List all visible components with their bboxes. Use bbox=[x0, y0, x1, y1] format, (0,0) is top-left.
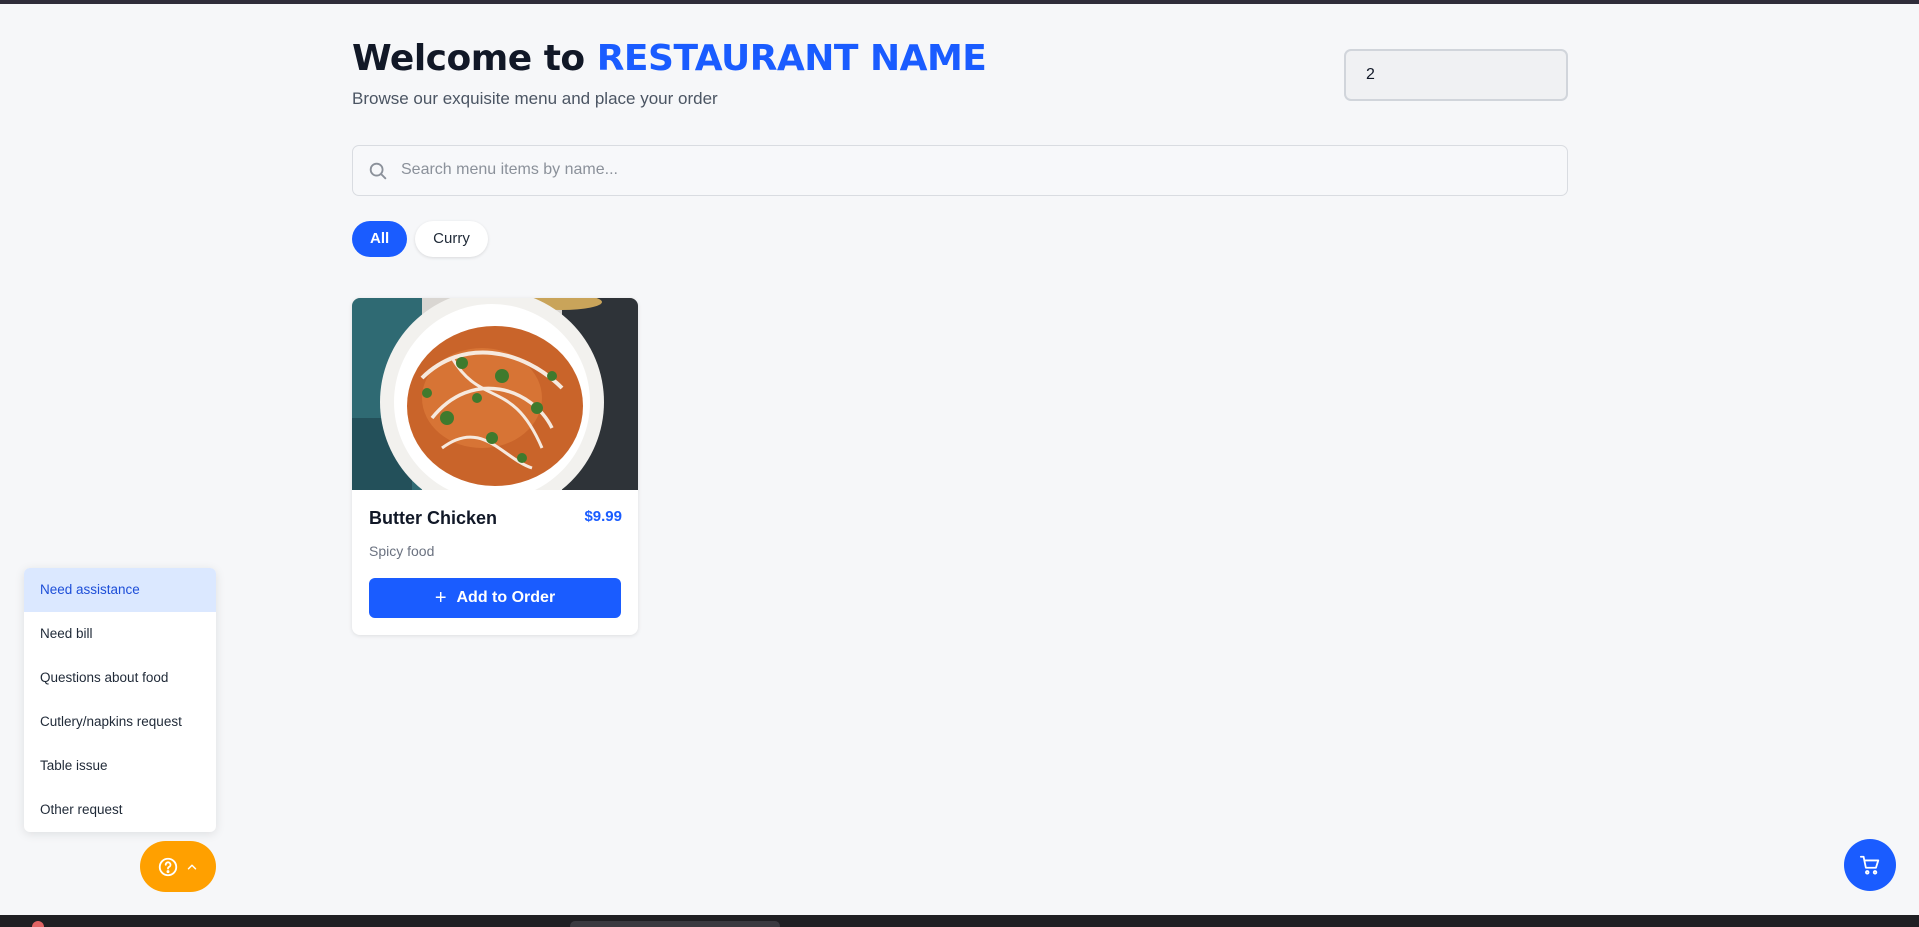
add-to-order-button[interactable]: + Add to Order bbox=[369, 578, 621, 618]
chevron-up-icon bbox=[187, 864, 197, 869]
search-bar[interactable] bbox=[352, 145, 1568, 196]
category-chip-curry[interactable]: Curry bbox=[415, 221, 488, 257]
table-number-input[interactable] bbox=[1344, 49, 1568, 101]
request-item-other-request[interactable]: Other request bbox=[24, 788, 216, 832]
taskbar-search-pill bbox=[570, 921, 780, 927]
request-item-questions-about-food[interactable]: Questions about food bbox=[24, 656, 216, 700]
restaurant-name: RESTAURANT NAME bbox=[596, 38, 987, 79]
search-icon bbox=[369, 162, 387, 180]
title-prefix: Welcome to bbox=[352, 38, 597, 79]
search-input[interactable] bbox=[401, 146, 1551, 194]
shopping-cart-icon bbox=[1859, 855, 1880, 875]
page-title: Welcome to RESTAURANT NAME bbox=[352, 38, 987, 80]
plus-icon: + bbox=[434, 587, 447, 609]
menu-item-name: Butter Chicken bbox=[369, 508, 498, 528]
help-circle-icon bbox=[158, 857, 178, 876]
menu-item-price: $9.99 bbox=[584, 508, 622, 525]
category-filter: All Curry bbox=[352, 221, 488, 257]
page-subtitle: Browse our exquisite menu and place your… bbox=[352, 89, 718, 108]
request-item-cutlery-napkins[interactable]: Cutlery/napkins request bbox=[24, 700, 216, 744]
menu-item-description: Spicy food bbox=[369, 543, 435, 559]
taskbar-app-icon bbox=[32, 921, 44, 927]
menu-item-image bbox=[352, 298, 638, 490]
request-item-table-issue[interactable]: Table issue bbox=[24, 744, 216, 788]
request-item-need-assistance[interactable]: Need assistance bbox=[24, 568, 216, 612]
help-request-button[interactable] bbox=[140, 841, 216, 892]
menu-item-card: Butter Chicken $9.99 Spicy food + Add to… bbox=[352, 298, 638, 635]
window-top-strip bbox=[0, 0, 1919, 4]
add-to-order-label: Add to Order bbox=[456, 589, 556, 606]
taskbar-strip bbox=[0, 915, 1919, 927]
request-item-need-bill[interactable]: Need bill bbox=[24, 612, 216, 656]
cart-button[interactable] bbox=[1844, 839, 1896, 891]
assistance-request-menu: Need assistance Need bill Questions abou… bbox=[24, 568, 216, 832]
category-chip-all[interactable]: All bbox=[352, 221, 408, 257]
